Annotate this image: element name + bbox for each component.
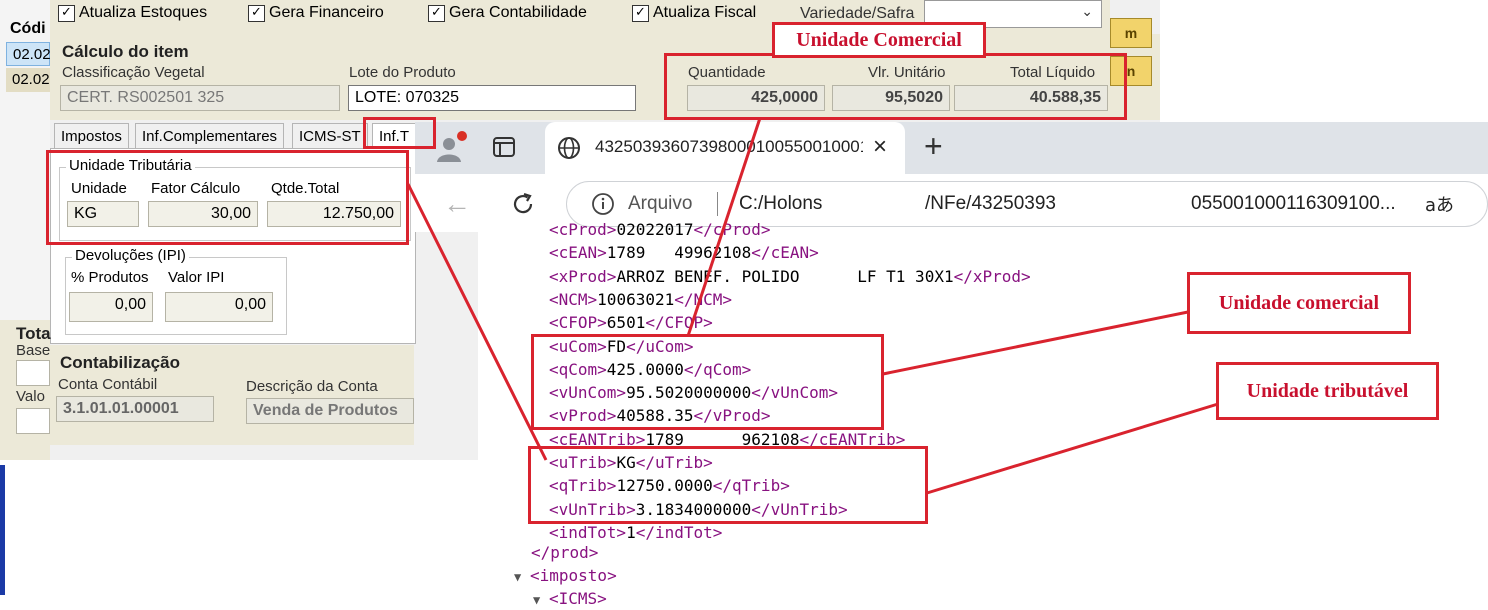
highlight-box-xml-comercial (531, 334, 884, 430)
highlight-box-erp-comercial (664, 53, 1127, 120)
highlight-box-erp-tributaria (46, 150, 409, 245)
highlight-box-xml-tributavel (528, 446, 928, 524)
connector-line (686, 117, 762, 337)
note-unidade-tributavel: Unidade tributável (1216, 362, 1439, 420)
highlight-box-tab (363, 117, 436, 149)
note-unidade-comercial: Unidade comercial (1187, 272, 1411, 334)
connector-line (882, 310, 1189, 376)
connector-line (926, 402, 1219, 495)
note-unidade-comercial-top: Unidade Comercial (772, 22, 986, 58)
connector-line (406, 183, 548, 461)
